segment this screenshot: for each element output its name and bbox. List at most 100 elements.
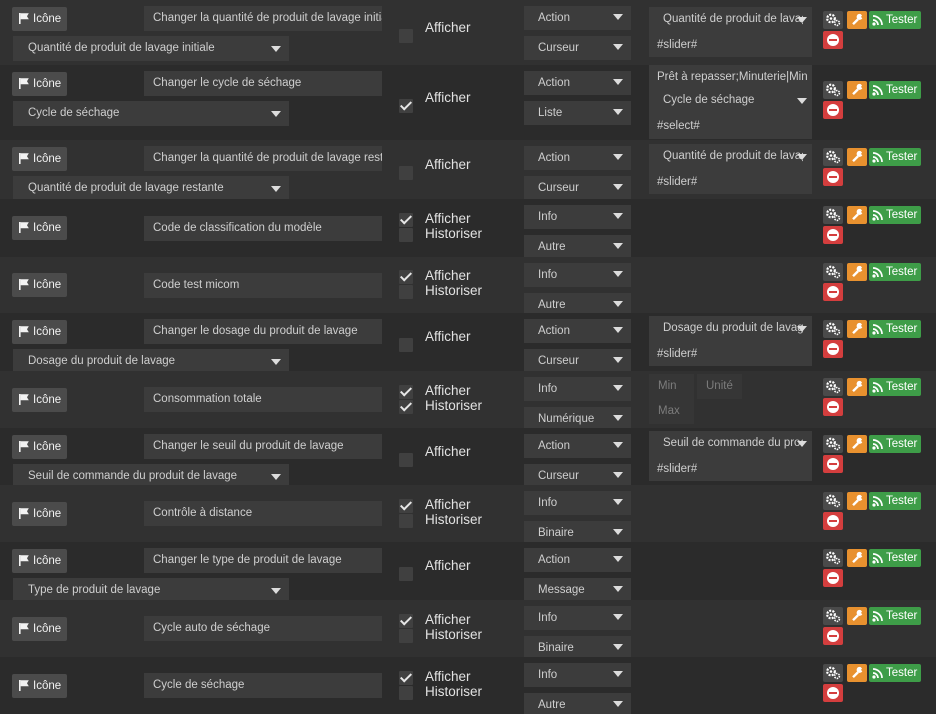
historiser-checkbox[interactable] — [399, 629, 413, 643]
command-subtype-select[interactable]: Liste — [524, 101, 631, 125]
choose-icon-button[interactable]: Icône — [12, 273, 67, 297]
command-name-input[interactable]: Contrôle à distance — [144, 501, 382, 526]
historiser-checkbox[interactable] — [399, 400, 413, 414]
afficher-checkbox[interactable] — [399, 166, 413, 180]
command-subtype-select[interactable]: Curseur — [524, 349, 631, 373]
test-button[interactable]: Tester — [869, 607, 921, 625]
choose-icon-button[interactable]: Icône — [12, 388, 67, 412]
choose-icon-button[interactable]: Icône — [12, 147, 67, 171]
advanced-config-button[interactable] — [823, 263, 843, 281]
command-type-select[interactable]: Info — [524, 606, 631, 630]
configure-button[interactable] — [847, 607, 867, 625]
configure-button[interactable] — [847, 148, 867, 166]
command-value-select[interactable]: Cycle de séchage — [13, 101, 289, 126]
remove-command-button[interactable] — [823, 168, 843, 186]
remove-command-button[interactable] — [823, 101, 843, 119]
configure-button[interactable] — [847, 263, 867, 281]
afficher-checkbox[interactable] — [399, 338, 413, 352]
command-value-select[interactable]: Quantité de produit de lavage restante — [13, 176, 289, 201]
min-value-input[interactable]: Min — [649, 374, 694, 399]
command-type-select[interactable]: Info — [524, 377, 631, 401]
command-type-select[interactable]: Action — [524, 434, 631, 458]
config-select[interactable]: Quantité de produit de lavage — [663, 150, 803, 162]
list-values-input[interactable]: Prêt à repasser;Minuterie|Minu — [657, 71, 807, 83]
remove-command-button[interactable] — [823, 684, 843, 702]
advanced-config-button[interactable] — [823, 664, 843, 682]
test-button[interactable]: Tester — [869, 11, 921, 29]
afficher-checkbox[interactable] — [399, 29, 413, 43]
command-subtype-select[interactable]: Autre — [524, 235, 631, 259]
test-button[interactable]: Tester — [869, 549, 921, 567]
command-type-select[interactable]: Info — [524, 205, 631, 229]
afficher-checkbox[interactable] — [399, 270, 413, 284]
choose-icon-button[interactable]: Icône — [12, 320, 67, 344]
command-type-select[interactable]: Info — [524, 491, 631, 515]
test-button[interactable]: Tester — [869, 378, 921, 396]
choose-icon-button[interactable]: Icône — [12, 502, 67, 526]
remove-command-button[interactable] — [823, 569, 843, 587]
command-config-panel[interactable]: Prêt à repasser;Minuterie|Minu Cycle de s… — [649, 65, 812, 139]
unit-input[interactable]: Unité — [697, 374, 742, 399]
command-type-select[interactable]: Action — [524, 6, 631, 30]
afficher-checkbox[interactable] — [399, 213, 413, 227]
config-select[interactable]: Quantité de produit de lavage — [663, 13, 803, 25]
test-button[interactable]: Tester — [869, 492, 921, 510]
command-config-panel[interactable]: Dosage du produit de lavage #slider# — [649, 316, 812, 366]
afficher-checkbox[interactable] — [399, 614, 413, 628]
historiser-checkbox[interactable] — [399, 285, 413, 299]
configure-button[interactable] — [847, 81, 867, 99]
command-value-select[interactable]: Quantité de produit de lavage initiale — [13, 36, 289, 61]
remove-command-button[interactable] — [823, 627, 843, 645]
afficher-checkbox[interactable] — [399, 453, 413, 467]
command-name-input[interactable]: Cycle auto de séchage — [144, 616, 382, 641]
command-name-input[interactable]: Cycle de séchage — [144, 673, 382, 698]
afficher-checkbox[interactable] — [399, 99, 413, 113]
configure-button[interactable] — [847, 206, 867, 224]
historiser-checkbox[interactable] — [399, 686, 413, 700]
command-name-input[interactable]: Code de classification du modèle — [144, 216, 382, 241]
command-config-panel[interactable]: Quantité de produit de lavage #slider# — [649, 144, 812, 194]
command-type-select[interactable]: Info — [524, 263, 631, 287]
configure-button[interactable] — [847, 378, 867, 396]
config-select[interactable]: Seuil de commande du produ — [663, 437, 803, 449]
test-button[interactable]: Tester — [869, 320, 921, 338]
choose-icon-button[interactable]: Icône — [12, 674, 67, 698]
advanced-config-button[interactable] — [823, 492, 843, 510]
remove-command-button[interactable] — [823, 340, 843, 358]
command-name-input[interactable]: Code test micom — [144, 273, 382, 298]
test-button[interactable]: Tester — [869, 435, 921, 453]
historiser-checkbox[interactable] — [399, 228, 413, 242]
command-subtype-select[interactable]: Curseur — [524, 36, 631, 60]
remove-command-button[interactable] — [823, 31, 843, 49]
choose-icon-button[interactable]: Icône — [12, 549, 67, 573]
remove-command-button[interactable] — [823, 226, 843, 244]
command-subtype-select[interactable]: Curseur — [524, 176, 631, 200]
test-button[interactable]: Tester — [869, 664, 921, 682]
command-type-select[interactable]: Action — [524, 71, 631, 95]
test-button[interactable]: Tester — [869, 263, 921, 281]
command-name-input[interactable]: Changer la quantité de produit de lavage… — [144, 146, 382, 171]
advanced-config-button[interactable] — [823, 435, 843, 453]
max-value-input[interactable]: Max — [649, 399, 694, 424]
historiser-checkbox[interactable] — [399, 514, 413, 528]
choose-icon-button[interactable]: Icône — [12, 617, 67, 641]
afficher-checkbox[interactable] — [399, 567, 413, 581]
advanced-config-button[interactable] — [823, 11, 843, 29]
advanced-config-button[interactable] — [823, 148, 843, 166]
command-subtype-select[interactable]: Autre — [524, 693, 631, 714]
remove-command-button[interactable] — [823, 455, 843, 473]
configure-button[interactable] — [847, 435, 867, 453]
remove-command-button[interactable] — [823, 398, 843, 416]
configure-button[interactable] — [847, 664, 867, 682]
configure-button[interactable] — [847, 492, 867, 510]
config-select[interactable]: Dosage du produit de lavage — [663, 322, 803, 334]
command-config-panel[interactable]: Seuil de commande du produ #slider# — [649, 431, 812, 481]
afficher-checkbox[interactable] — [399, 385, 413, 399]
advanced-config-button[interactable] — [823, 607, 843, 625]
remove-command-button[interactable] — [823, 283, 843, 301]
test-button[interactable]: Tester — [869, 148, 921, 166]
afficher-checkbox[interactable] — [399, 499, 413, 513]
choose-icon-button[interactable]: Icône — [12, 216, 67, 240]
advanced-config-button[interactable] — [823, 81, 843, 99]
configure-button[interactable] — [847, 549, 867, 567]
